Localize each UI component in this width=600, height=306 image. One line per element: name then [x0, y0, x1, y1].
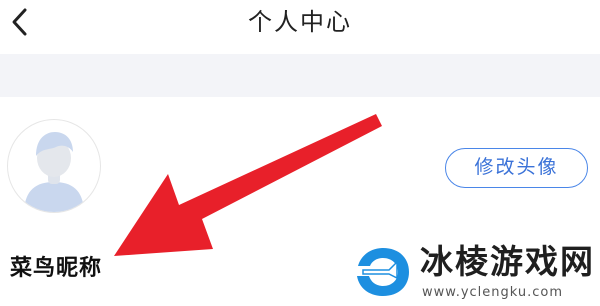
watermark-url: www.yclengku.com	[422, 285, 564, 300]
default-avatar-icon[interactable]	[6, 118, 102, 214]
watermark-logo-icon	[357, 248, 409, 296]
top-bar: 个人中心	[0, 0, 600, 48]
edit-avatar-button[interactable]: 修改头像	[445, 148, 588, 188]
watermark-site-name: 冰棱游戏网	[420, 242, 595, 281]
watermark: 冰棱游戏网 www.yclengku.com	[350, 240, 600, 306]
page-title: 个人中心	[248, 8, 352, 36]
section-divider-band	[0, 54, 600, 97]
nickname-label: 菜鸟昵称	[10, 256, 103, 281]
